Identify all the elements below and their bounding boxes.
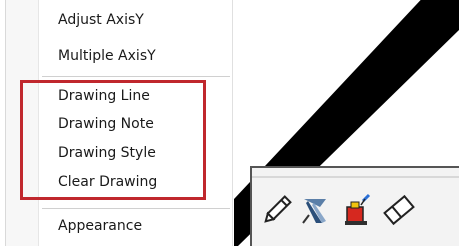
- pencil-button[interactable]: [260, 190, 294, 230]
- eraser-button[interactable]: [382, 190, 416, 230]
- drawing-items-highlight-box: [20, 80, 206, 200]
- toolbar-divider: [252, 176, 459, 178]
- eraser-icon: [383, 194, 415, 226]
- menu-item-appearance[interactable]: Appearance: [58, 214, 142, 238]
- menu-separator: [42, 76, 230, 77]
- menu-item-adjust-axisy[interactable]: Adjust AxisY: [58, 8, 144, 32]
- menu-right-border: [232, 0, 233, 246]
- menu-item-multiple-axisy[interactable]: Multiple AxisY: [58, 44, 156, 68]
- note-button[interactable]: [298, 190, 332, 230]
- paint-bucket-icon: [345, 193, 371, 225]
- style-button[interactable]: [340, 190, 374, 230]
- pin-note-icon: [302, 199, 326, 224]
- pencil-icon: [264, 195, 292, 223]
- drawing-toolbar: [250, 166, 459, 246]
- menu-separator: [42, 208, 230, 209]
